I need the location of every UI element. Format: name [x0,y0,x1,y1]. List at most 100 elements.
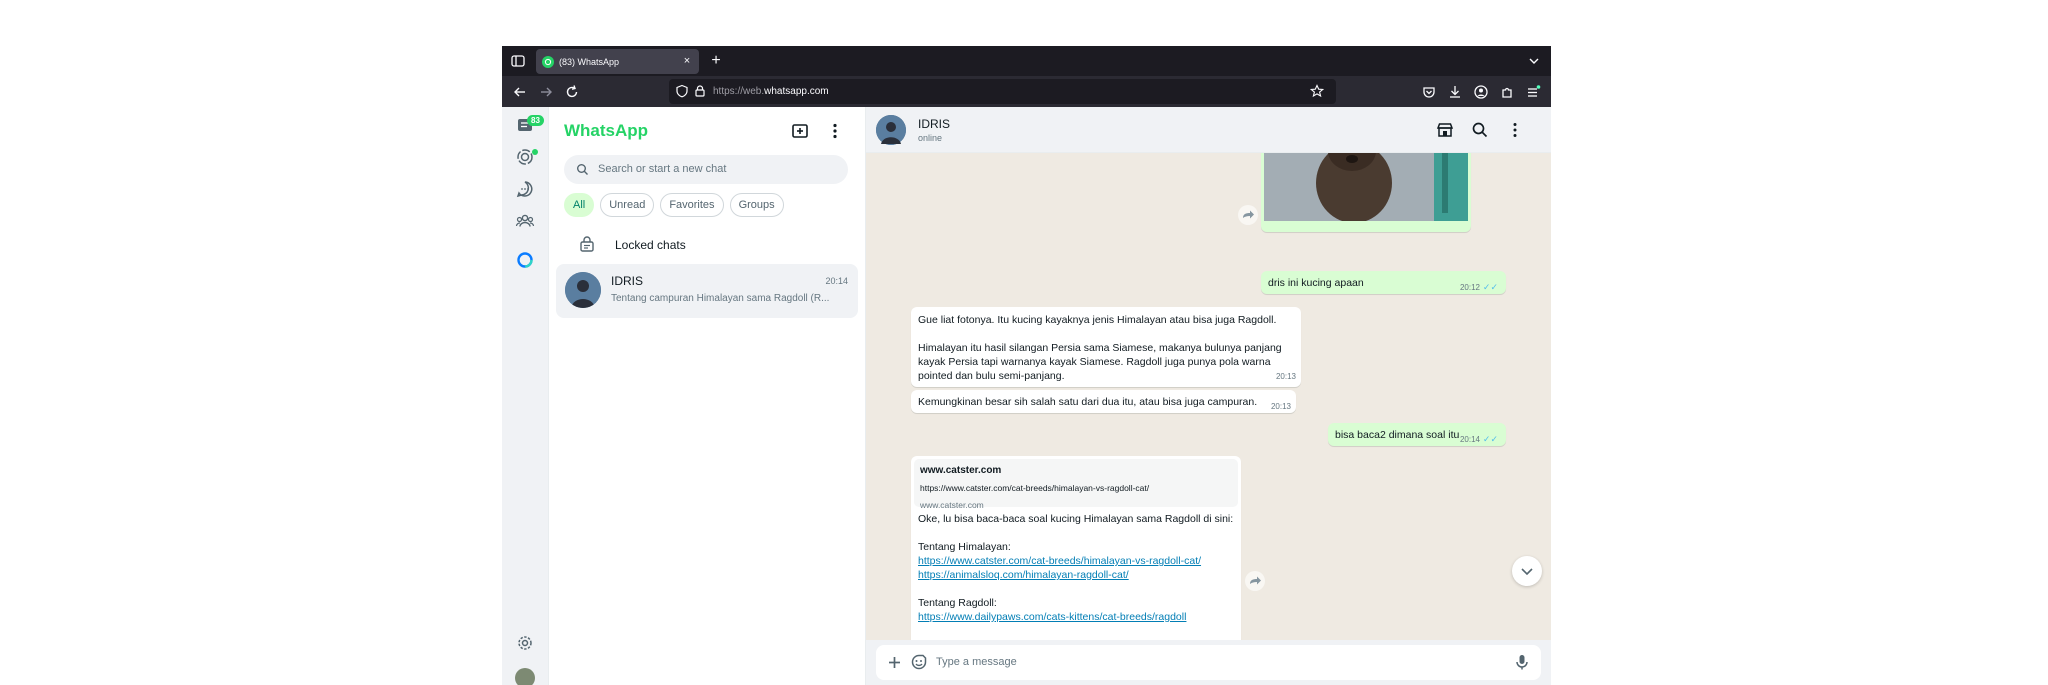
bookmark-star-icon[interactable] [1310,84,1324,98]
message-line: Gue liat fotonya. Itu kucing kayaknya je… [918,314,1277,326]
filter-unread[interactable]: Unread [600,193,655,217]
contact-avatar [565,272,601,308]
link-preview-card[interactable]: www.catster.com https://www.catster.com/… [914,459,1238,510]
locked-chats-label: Locked chats [615,238,686,252]
incoming-message[interactable]: Gue liat fotonya. Itu kucing kayaknya je… [911,307,1301,387]
composer-box: Type a message [876,645,1541,680]
chat-name: IDRIS [611,274,644,288]
chat-preview: Tentang campuran Himalayan sama Ragdoll … [611,293,830,304]
message-time: 20:13 [1270,402,1291,411]
incoming-message[interactable]: Kemungkinan besar sih salah satu dari du… [911,390,1296,413]
url-prefix: https://web. [713,86,765,97]
download-icon[interactable] [1447,84,1463,100]
outgoing-message[interactable]: dris ini kucing apaan 20:12 ✓✓ [1261,271,1506,294]
outgoing-image-message[interactable] [1261,153,1471,232]
message-time: 20:14 [1459,435,1480,444]
message-input[interactable]: Type a message [936,656,1017,668]
locked-chats-row[interactable]: Locked chats [564,227,848,261]
cat-photo-image[interactable] [1264,153,1468,221]
navigation-bar: https://web.whatsapp.com [502,76,1551,107]
emoji-sticker-icon[interactable] [910,653,928,671]
settings-gear-icon[interactable] [515,633,535,653]
profile-avatar[interactable] [515,668,535,685]
navigation-rail: 83 [502,107,549,685]
incoming-link-message[interactable]: www.catster.com https://www.catster.com/… [911,456,1241,640]
read-ticks-icon: ✓✓ [1482,434,1498,444]
app-menu-icon[interactable] [1525,84,1541,100]
read-ticks-icon: ✓✓ [1482,282,1498,292]
microphone-icon[interactable] [1513,653,1531,671]
tab-bar: (83) WhatsApp × + [502,46,1551,76]
message-text: Kemungkinan besar sih salah satu dari du… [918,396,1258,408]
message-line: kayak Persia tapi warnanya kayak Siamese… [918,356,1271,368]
link-preview-title: www.catster.com [920,465,1002,476]
message-body: Oke, lu bisa baca-baca soal kucing Himal… [914,507,1238,629]
search-icon[interactable] [1471,121,1489,139]
app-brand-title: WhatsApp [564,121,649,140]
extensions-icon[interactable] [1499,84,1515,100]
back-arrow-icon[interactable] [512,84,528,100]
whatsapp-favicon-icon [542,55,554,68]
close-tab-icon[interactable]: × [681,55,693,67]
outgoing-message[interactable]: bisa baca2 dimana soal itu 20:14 ✓✓ [1328,423,1506,446]
chevron-down-icon [1521,568,1533,576]
url-text[interactable]: https://web.whatsapp.com [713,86,829,97]
channels-icon[interactable] [515,179,535,199]
account-icon[interactable] [1473,84,1489,100]
browser-window: (83) WhatsApp × + https://web.whatsapp.c… [502,46,1551,685]
message-line: Tentang Ragdoll: [918,597,997,609]
filter-favorites[interactable]: Favorites [660,193,724,217]
new-chat-icon[interactable] [790,121,810,141]
whatsapp-app: 83 WhatsApp Search or start a new chat A… [502,107,1551,685]
link-preview-url: https://www.catster.com/cat-breeds/himal… [920,483,1150,493]
conversation-panel: IDRIS online dris ini kucing apaan 20:12… [866,107,1551,685]
new-tab-button[interactable]: + [707,52,725,70]
message-area[interactable]: dris ini kucing apaan 20:12 ✓✓ Gue liat … [866,153,1551,640]
shield-icon[interactable] [675,84,689,98]
menu-kebab-icon[interactable] [1506,121,1524,139]
message-meta: 20:14 ✓✓ [1460,432,1498,447]
search-input[interactable]: Search or start a new chat [598,163,726,175]
tab-whatsapp[interactable]: (83) WhatsApp × [536,49,699,74]
url-domain: whatsapp.com [764,86,829,97]
sidebar-toggle-icon[interactable] [510,53,526,69]
locked-chats-icon [580,236,594,252]
message-line: Tentang Himalayan: [918,541,1011,553]
search-bar[interactable]: Search or start a new chat [564,155,848,184]
contact-status: online [918,133,943,143]
pocket-icon[interactable] [1421,84,1437,100]
message-link[interactable]: https://animalsloq.com/himalayan-ragdoll… [918,568,1234,582]
filter-groups[interactable]: Groups [729,193,784,217]
address-bar[interactable]: https://web.whatsapp.com [669,79,1336,104]
scroll-to-bottom-button[interactable] [1512,556,1542,586]
conversation-header[interactable]: IDRIS online [866,107,1551,153]
forward-icon[interactable] [1238,205,1258,225]
chat-list-panel: WhatsApp Search or start a new chat All … [549,107,866,685]
contact-avatar[interactable] [876,115,906,145]
meta-ai-icon[interactable] [515,250,535,270]
message-link[interactable]: https://www.dailypaws.com/cats-kittens/c… [918,610,1234,624]
chat-list-item[interactable]: IDRIS 20:14 Tentang campuran Himalayan s… [556,264,858,318]
chevron-down-icon[interactable] [1527,54,1541,68]
forward-icon[interactable] [1245,571,1265,591]
reload-icon[interactable] [564,84,580,100]
communities-icon[interactable] [515,211,535,231]
message-link[interactable]: https://www.catster.com/cat-breeds/himal… [918,554,1234,568]
message-text: dris ini kucing apaan [1268,277,1364,289]
menu-kebab-icon[interactable] [825,121,845,141]
forward-arrow-icon[interactable] [538,84,554,100]
message-meta: 20:12 ✓✓ [1460,280,1498,295]
message-line: pointed dan bulu semi-panjang. [918,370,1065,382]
filter-all[interactable]: All [564,193,595,217]
business-tools-icon[interactable] [1436,121,1454,139]
tab-title: (83) WhatsApp [559,56,620,67]
lock-icon[interactable] [693,84,707,98]
attach-plus-icon[interactable] [886,654,903,671]
search-icon [577,164,588,175]
message-line: Oke, lu bisa baca-baca soal kucing Himal… [918,513,1234,525]
message-time: 20:12 [1459,283,1480,292]
contact-name: IDRIS [918,117,951,131]
